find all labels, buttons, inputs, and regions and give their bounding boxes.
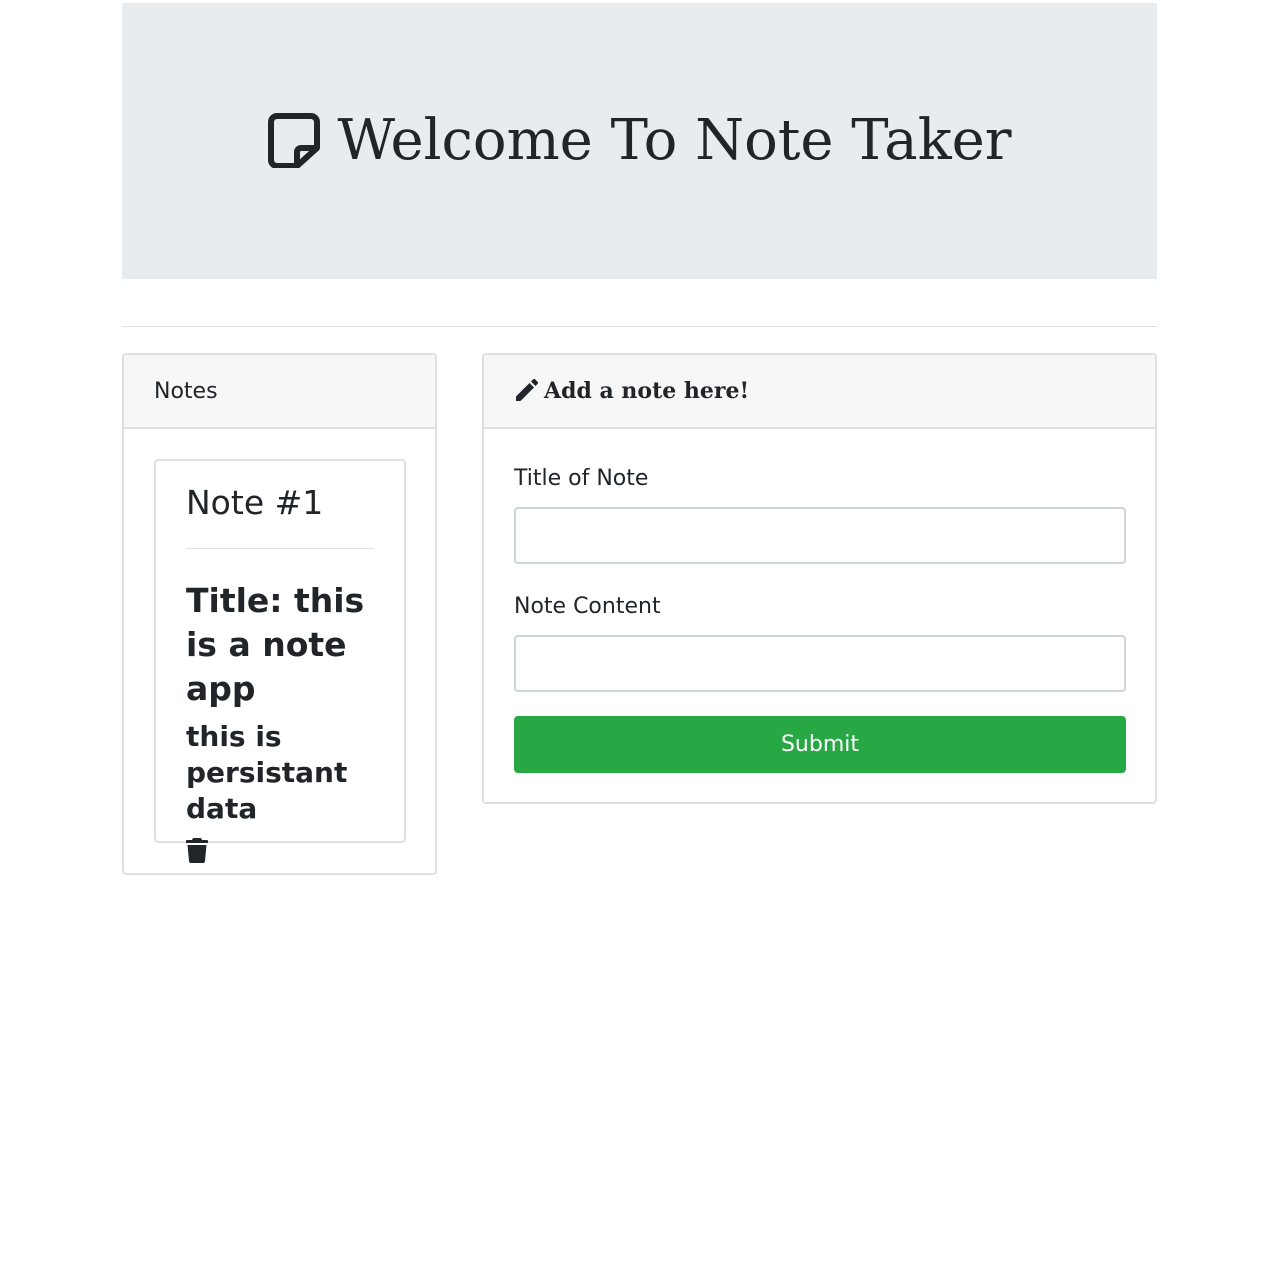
add-note-card-header: Add a note here! (484, 355, 1155, 429)
notes-card-header: Notes (124, 355, 435, 429)
add-note-form: Title of Note Note Content Submit (484, 465, 1155, 773)
jumbotron-header: Welcome To Note Taker (122, 3, 1157, 279)
page-title: Welcome To Note Taker (337, 107, 1012, 173)
note-body: this is persistant data (186, 720, 348, 825)
pencil-icon (514, 379, 538, 403)
add-note-header-label: Add a note here! (544, 378, 750, 404)
title-label: Title of Note (514, 466, 649, 491)
page-title-group: Welcome To Note Taker (267, 107, 1012, 173)
note-divider (186, 548, 374, 549)
content-label: Note Content (514, 594, 661, 619)
add-note-header: Add a note here! (514, 378, 749, 404)
sticky-note-icon (267, 112, 321, 169)
notes-card: Notes Note #1 Title: this is a note app … (122, 353, 437, 875)
add-note-card: Add a note here! Title of Note Note Cont… (482, 353, 1157, 804)
title-input[interactable] (514, 507, 1126, 564)
content-input[interactable] (514, 635, 1126, 692)
note-heading: Note #1 (186, 483, 324, 522)
submit-button[interactable]: Submit (514, 716, 1126, 773)
note-item: Note #1 Title: this is a note app this i… (154, 459, 406, 863)
trash-icon[interactable] (186, 837, 208, 863)
note-title: Title: this is a note app (186, 581, 365, 708)
notes-header-label: Notes (154, 378, 218, 404)
divider (122, 326, 1157, 327)
